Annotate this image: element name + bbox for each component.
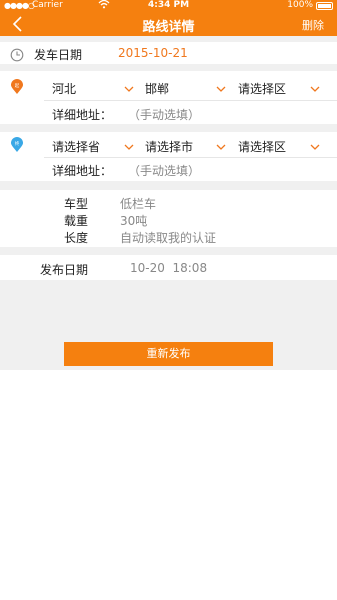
- destination-city-value: 请选择市: [145, 140, 194, 154]
- chevron-down-icon: [310, 144, 320, 150]
- svg-text:终: 终: [15, 140, 20, 147]
- destination-province-value: 请选择省: [52, 140, 101, 154]
- vehicle-type-label: 车型: [64, 197, 89, 211]
- origin-pin-icon: 起: [10, 79, 24, 99]
- delete-button[interactable]: 删除: [302, 17, 324, 33]
- section-divider: [0, 64, 337, 71]
- publish-date-value: 10-20 18:08: [130, 261, 208, 275]
- destination-detail-label: 详细地址：: [52, 164, 113, 178]
- battery-icon: [316, 2, 333, 10]
- vehicle-length-value: 自动读取我的认证: [120, 231, 217, 245]
- origin-district-value: 请选择区: [238, 82, 287, 96]
- divider: [44, 100, 337, 101]
- chevron-down-icon: [216, 86, 226, 92]
- chevron-down-icon: [124, 144, 134, 150]
- svg-text:起: 起: [15, 83, 20, 89]
- origin-detail-placeholder: （手动选填）: [128, 108, 201, 122]
- section-divider: [0, 181, 337, 190]
- chevron-down-icon: [216, 144, 226, 150]
- departure-date-value: 2015-10-21: [118, 46, 188, 60]
- page-title: 路线详情: [142, 20, 195, 35]
- section-divider: [0, 36, 337, 42]
- republish-button[interactable]: 重新发布: [64, 342, 273, 366]
- destination-pin-icon: 终: [10, 137, 24, 157]
- vehicle-load-label: 载重: [64, 214, 89, 228]
- battery-percent: 100%: [287, 0, 313, 10]
- vehicle-length-label: 长度: [64, 231, 89, 245]
- section-divider: [0, 124, 337, 132]
- origin-detail-label: 详细地址：: [52, 108, 113, 122]
- section-divider: [0, 247, 337, 255]
- vehicle-type-value: 低栏车: [120, 197, 157, 211]
- destination-detail-placeholder: （手动选填）: [128, 164, 201, 178]
- divider: [44, 157, 337, 158]
- status-bar: ●●●●○ Carrier 4:34 PM 100%: [0, 0, 337, 12]
- destination-district-value: 请选择区: [238, 140, 287, 154]
- vehicle-load-value: 30吨: [120, 214, 148, 228]
- origin-city-value: 邯郸: [145, 82, 170, 96]
- chevron-down-icon: [310, 86, 320, 92]
- publish-date-label: 发布日期: [40, 263, 89, 277]
- origin-province-value: 河北: [52, 82, 77, 96]
- nav-bar: 路线详情 删除: [0, 12, 337, 36]
- chevron-down-icon: [124, 86, 134, 92]
- departure-date-label: 发车日期: [34, 48, 83, 62]
